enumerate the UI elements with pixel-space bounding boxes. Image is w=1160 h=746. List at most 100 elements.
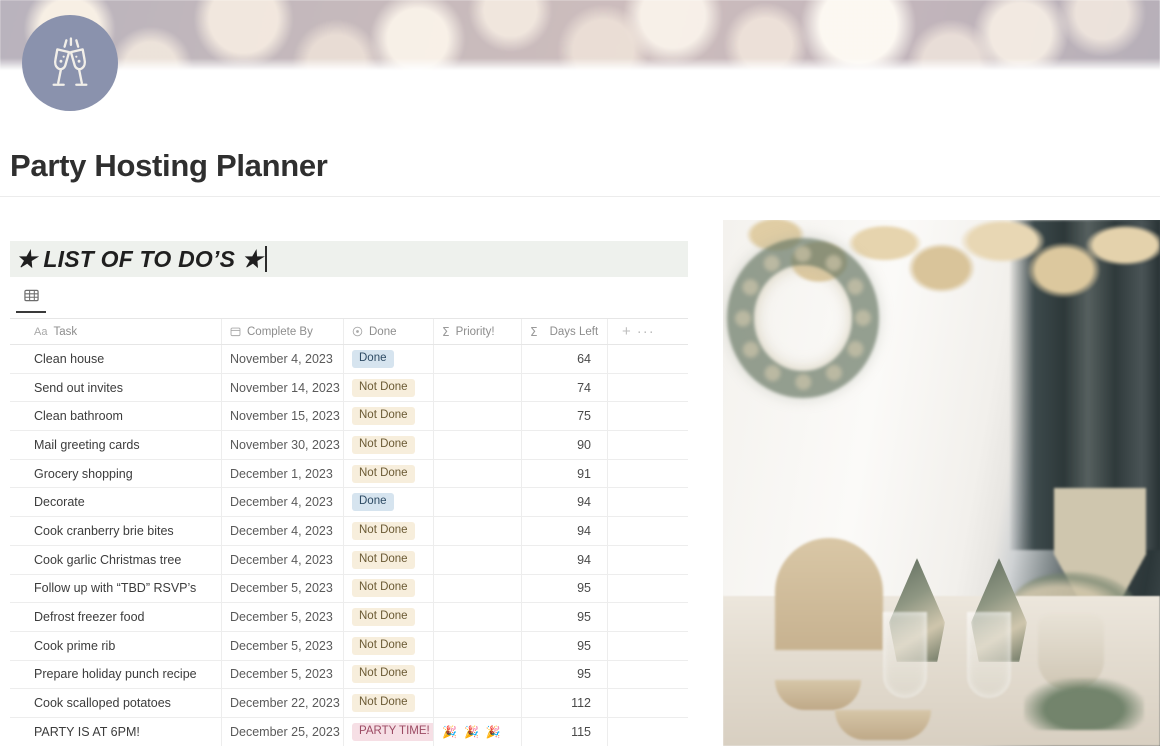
table-row[interactable]: Follow up with “TBD” RSVP’s December 5, 2… (10, 574, 688, 604)
cell-days-left[interactable]: 75 (522, 402, 608, 431)
cell-priority[interactable]: 🎉 🎉 🎉 (434, 717, 522, 746)
cell-days-left[interactable]: 91 (522, 459, 608, 488)
cell-complete-by[interactable]: December 22, 2023 (222, 689, 344, 717)
cell-days-left[interactable]: 115 (522, 717, 608, 746)
cell-priority[interactable] (434, 345, 522, 373)
cell-priority[interactable] (434, 689, 522, 717)
cell-priority[interactable] (434, 545, 522, 574)
cell-done[interactable]: Not Done (344, 517, 434, 545)
table-row[interactable]: PARTY IS AT 6PM! December 25, 2023 PARTY T… (10, 717, 688, 746)
cell-actions (608, 402, 688, 430)
cell-days-left[interactable]: 64 (522, 345, 608, 373)
table-row[interactable]: Cook cranberry brie bites December 4, 202… (10, 517, 688, 546)
cell-complete-by[interactable]: November 15, 2023 (222, 402, 344, 431)
cell-days-left[interactable]: 94 (522, 517, 608, 545)
cell-priority[interactable] (434, 402, 522, 431)
cell-done[interactable]: Not Done (344, 431, 434, 459)
cell-done[interactable]: Not Done (344, 631, 434, 660)
column-header-task[interactable]: Aa Task (10, 319, 222, 344)
column-header-complete-by[interactable]: Complete By (222, 319, 344, 344)
column-header-days-left[interactable]: Σ Days Left (522, 319, 608, 344)
cell-complete-by[interactable]: November 30, 2023 (222, 431, 344, 459)
cell-complete-by[interactable]: December 5, 2023 (222, 574, 344, 603)
view-tab-table[interactable] (14, 288, 48, 313)
table-row[interactable]: Defrost freezer food December 5, 2023 Not … (10, 603, 688, 632)
cell-complete-by[interactable]: December 25, 2023 (222, 717, 344, 746)
cell-done[interactable]: PARTY TIME! (344, 717, 434, 746)
cell-task[interactable]: Clean house (10, 345, 222, 373)
holiday-table-setting-photo[interactable] (723, 220, 1160, 746)
photo-wreath-highlights (735, 246, 871, 390)
cell-task[interactable]: Mail greeting cards (10, 431, 222, 459)
table-row[interactable]: Cook scalloped potatoes December 22, 2023… (10, 689, 688, 718)
add-column-button[interactable]: + (622, 324, 631, 339)
table-row[interactable]: Decorate December 4, 2023 Done 94 (10, 488, 688, 518)
cell-complete-by[interactable]: December 4, 2023 (222, 545, 344, 574)
cell-priority[interactable] (434, 373, 522, 402)
cell-done[interactable]: Not Done (344, 402, 434, 431)
cell-complete-by[interactable]: December 5, 2023 (222, 660, 344, 689)
cell-priority[interactable] (434, 574, 522, 603)
cell-complete-by[interactable]: November 4, 2023 (222, 345, 344, 373)
column-header-done[interactable]: Done (344, 319, 434, 344)
cell-days-left[interactable]: 95 (522, 631, 608, 660)
cell-done[interactable]: Done (344, 345, 434, 373)
cell-done[interactable]: Done (344, 488, 434, 517)
cell-days-left[interactable]: 94 (522, 545, 608, 574)
cell-complete-by[interactable]: December 5, 2023 (222, 631, 344, 660)
cell-task[interactable]: Decorate (10, 488, 222, 517)
cell-days-left[interactable]: 90 (522, 431, 608, 459)
cell-days-left[interactable]: 95 (522, 574, 608, 603)
more-options-button[interactable]: ··· (637, 324, 655, 339)
cell-days-left[interactable]: 112 (522, 689, 608, 717)
cell-task[interactable]: Cook scalloped potatoes (10, 689, 222, 717)
heading-list-of-todos[interactable]: ★ LIST OF TO DO’S ★ (10, 241, 688, 277)
cell-days-left[interactable]: 94 (522, 488, 608, 517)
cell-priority[interactable] (434, 488, 522, 517)
cell-task[interactable]: Clean bathroom (10, 402, 222, 431)
cell-complete-by[interactable]: December 4, 2023 (222, 517, 344, 545)
table-row[interactable]: Send out invites November 14, 2023 Not Don… (10, 373, 688, 403)
cell-priority[interactable] (434, 459, 522, 488)
column-header-priority[interactable]: Σ Priority! (434, 319, 522, 344)
cell-priority[interactable] (434, 431, 522, 459)
table-row[interactable]: Prepare holiday punch recipe December 5, … (10, 660, 688, 690)
table-row[interactable]: Grocery shopping December 1, 2023 Not Done… (10, 459, 688, 489)
cell-task[interactable]: Cook prime rib (10, 631, 222, 660)
cell-days-left[interactable]: 74 (522, 373, 608, 402)
table-row[interactable]: Cook prime rib December 5, 2023 Not Done 95 (10, 631, 688, 661)
cell-priority[interactable] (434, 660, 522, 689)
cell-task[interactable]: Defrost freezer food (10, 603, 222, 631)
cell-complete-by[interactable]: December 4, 2023 (222, 488, 344, 517)
cover-image[interactable] (0, 0, 1160, 72)
status-badge: Not Done (352, 464, 415, 483)
cell-task[interactable]: Follow up with “TBD” RSVP’s (10, 574, 222, 603)
table-row[interactable]: Mail greeting cards November 30, 2023 Not … (10, 431, 688, 460)
cell-task[interactable]: Cook cranberry brie bites (10, 517, 222, 545)
cell-complete-by[interactable]: December 5, 2023 (222, 603, 344, 631)
cell-done[interactable]: Not Done (344, 373, 434, 402)
cell-done[interactable]: Not Done (344, 545, 434, 574)
cell-task[interactable]: Send out invites (10, 373, 222, 402)
page-icon[interactable] (22, 15, 118, 111)
table-row[interactable]: Cook garlic Christmas tree December 4, 20… (10, 545, 688, 575)
cell-task[interactable]: PARTY IS AT 6PM! (10, 717, 222, 746)
cell-priority[interactable] (434, 631, 522, 660)
cell-done[interactable]: Not Done (344, 574, 434, 603)
cell-complete-by[interactable]: December 1, 2023 (222, 459, 344, 488)
table-row[interactable]: Clean house November 4, 2023 Done 64 (10, 345, 688, 374)
cell-task[interactable]: Grocery shopping (10, 459, 222, 488)
cell-task[interactable]: Prepare holiday punch recipe (10, 660, 222, 689)
cell-done[interactable]: Not Done (344, 459, 434, 488)
cell-done[interactable]: Not Done (344, 603, 434, 631)
cell-done[interactable]: Not Done (344, 689, 434, 717)
cell-priority[interactable] (434, 517, 522, 545)
cell-days-left[interactable]: 95 (522, 660, 608, 689)
table-row[interactable]: Clean bathroom November 15, 2023 Not Done 7… (10, 402, 688, 432)
cell-done[interactable]: Not Done (344, 660, 434, 689)
cell-task[interactable]: Cook garlic Christmas tree (10, 545, 222, 574)
page-title[interactable]: Party Hosting Planner (10, 148, 328, 184)
cell-complete-by[interactable]: November 14, 2023 (222, 373, 344, 402)
cell-days-left[interactable]: 95 (522, 603, 608, 631)
cell-priority[interactable] (434, 603, 522, 631)
